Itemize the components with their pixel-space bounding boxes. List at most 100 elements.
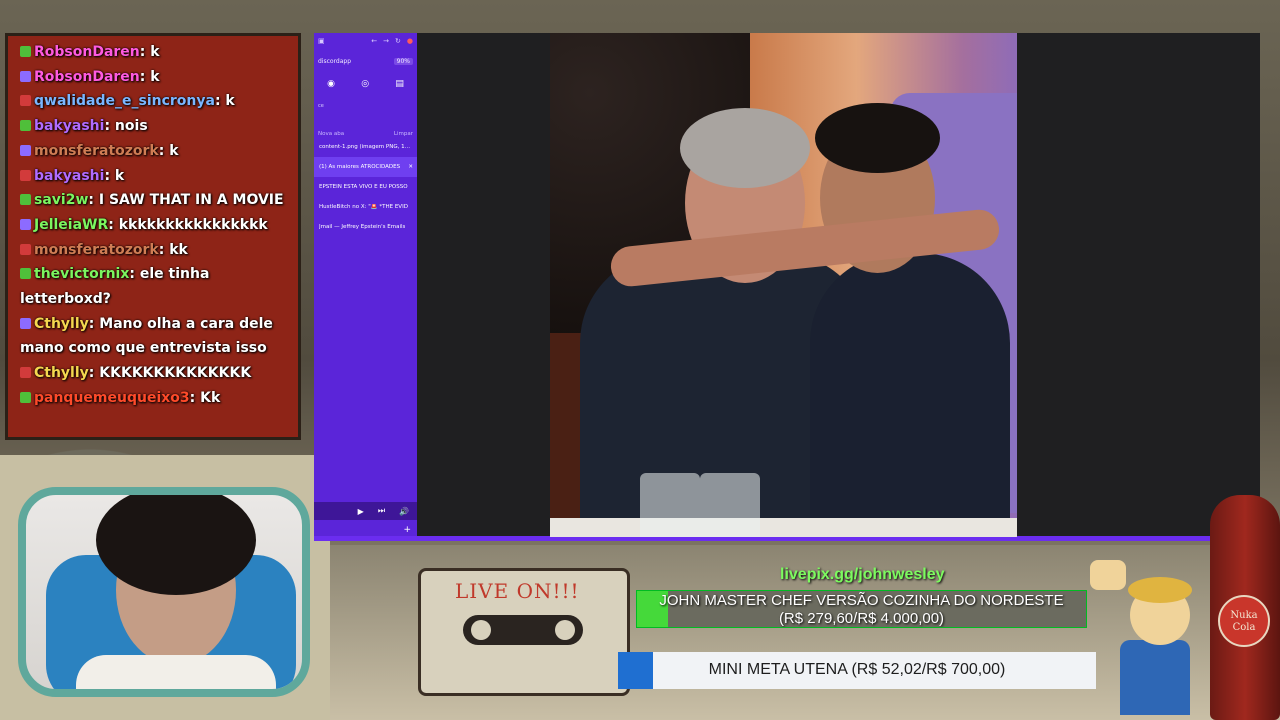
chat-username[interactable]: JelleiaWR [34, 217, 108, 233]
chat-message: bakyashi: nois [20, 114, 288, 139]
chat-message: panquemeuqueixo3: Kk [20, 386, 288, 411]
vault-boy-mascot [1090, 555, 1200, 715]
browser-sidebar: ▣ ← → ↻ ● discordapp 90% ◉ ◎ ▤ ce Nova a… [314, 33, 417, 541]
browser-tab[interactable]: Jmail — Jeffrey Epstein's Emails [314, 217, 417, 237]
viewed-image [550, 33, 1017, 537]
photo-person-right [790, 83, 1017, 537]
chat-badge-icon [20, 194, 31, 206]
chat-message: RobsonDaren: k [20, 40, 288, 65]
person-right-hair [815, 103, 940, 173]
tape-title: LIVE ON!!! [455, 579, 580, 603]
chat-username[interactable]: bakyashi [34, 168, 104, 184]
forward-icon[interactable]: → [383, 37, 389, 45]
back-icon[interactable]: ← [371, 37, 377, 45]
close-window-icon[interactable]: ● [407, 37, 413, 45]
browser-tab[interactable]: EPSTEIN ESTÁ VIVO E EU POSSO [314, 177, 417, 197]
chat-text: kk [164, 241, 188, 258]
github-icon[interactable]: ◎ [361, 79, 369, 89]
photo-person-left [580, 83, 870, 537]
chat-username[interactable]: bakyashi [34, 118, 104, 134]
webcam-feed [18, 487, 310, 697]
chat-badge-icon [20, 46, 31, 57]
chat-message: qwalidade_e_sincronya: k [20, 89, 288, 114]
chat-badge-icon [20, 218, 31, 230]
sidebar-toggle-icon[interactable]: ▣ [318, 37, 325, 45]
mini-goal-text: MINI META UTENA (R$ 52,02/R$ 700,00) [708, 661, 1006, 678]
chat-message: thevictornix: ele tinha letterboxd? [20, 262, 288, 311]
tab-title: content-1.png (imagem PNG, 10... [319, 144, 413, 150]
chat-badge-icon [20, 120, 31, 132]
chat-message: Cthylly: KKKKKKKKKKKKKK [20, 361, 288, 386]
chat-text: k [145, 68, 160, 85]
tab-title: Jmail — Jeffrey Epstein's Emails [319, 224, 406, 230]
chat-badge-icon [20, 367, 31, 379]
discord-icon[interactable]: ◉ [327, 79, 335, 89]
chat-username[interactable]: savi2w [34, 192, 88, 208]
chat-badge-icon [20, 169, 31, 181]
notion-icon[interactable]: ▤ [395, 79, 404, 89]
mascot-body [1120, 640, 1190, 715]
chat-badge-icon [20, 243, 31, 255]
url-bar[interactable]: discordapp 90% [318, 55, 413, 67]
browser-tab[interactable]: content-1.png (imagem PNG, 10... [314, 137, 417, 157]
mini-goal-bar: MINI META UTENA (R$ 52,02/R$ 700,00) [618, 652, 1096, 689]
photo-table [550, 518, 1017, 537]
donation-goal-bar: JOHN MASTER CHEF VERSÃO COZINHA DO NORDE… [636, 590, 1087, 628]
chat-text: kkkkkkkkkkkkkkkk [113, 216, 268, 233]
browser-tab[interactable]: HustleBitch no X: "🚨 *THE EVID [314, 197, 417, 217]
chat-text: Kk [195, 389, 221, 406]
chat-text: k [110, 167, 125, 184]
chat-message: savi2w: I SAW THAT IN A MOVIE [20, 188, 288, 213]
zoom-level[interactable]: 90% [393, 57, 413, 65]
chat-message: Cthylly: Mano olha a cara dele mano como… [20, 312, 288, 361]
chat-badge-icon [20, 317, 31, 329]
chat-username[interactable]: Cthylly [34, 365, 89, 381]
sidebar-label: ce [318, 103, 324, 109]
next-icon[interactable]: ⏭ [378, 506, 385, 516]
chat-username[interactable]: thevictornix [34, 266, 129, 282]
chat-message: monsferatozork: k [20, 139, 288, 164]
volume-icon[interactable]: 🔊 [399, 507, 409, 516]
mascot-hair [1128, 577, 1192, 603]
new-tab-label[interactable]: Nova aba [318, 131, 344, 137]
media-controls: ▶ ⏭ 🔊 [314, 502, 417, 520]
browser-tab[interactable]: (1) As maiores ATROCIDADES ✕ [314, 157, 417, 177]
tab-title: HustleBitch no X: "🚨 *THE EVID [319, 204, 408, 210]
chat-text: k [145, 44, 160, 60]
chat-username[interactable]: RobsonDaren [34, 44, 140, 60]
chat-username[interactable]: RobsonDaren [34, 69, 140, 85]
chat-text: k [220, 93, 235, 110]
goal-label: JOHN MASTER CHEF VERSÃO COZINHA DO NORDE… [659, 592, 1064, 609]
clear-tabs-button[interactable]: Limpar [394, 131, 413, 137]
chat-username[interactable]: qwalidade_e_sincronya [34, 93, 215, 109]
pinned-sites: ◉ ◎ ▤ [314, 79, 417, 89]
add-tab-button[interactable]: + [403, 525, 411, 535]
tab-title: EPSTEIN ESTÁ VIVO E EU POSSO [319, 184, 408, 190]
reload-icon[interactable]: ↻ [395, 37, 401, 45]
play-icon[interactable]: ▶ [358, 507, 364, 516]
chat-text: nois [110, 118, 148, 135]
photo-glass [640, 473, 700, 537]
thumbs-up-icon [1090, 560, 1126, 590]
chat-text: I SAW THAT IN A MOVIE [94, 192, 284, 209]
streamer-shirt [76, 655, 276, 689]
chat-message: JelleiaWR: kkkkkkkkkkkkkkkk [20, 213, 288, 238]
chat-username[interactable]: monsferatozork [34, 242, 159, 258]
donation-goal-text: JOHN MASTER CHEF VERSÃO COZINHA DO NORDE… [637, 592, 1086, 627]
photo-glass [700, 473, 760, 537]
chat-text: k [164, 142, 179, 159]
goal-amount: (R$ 279,60/R$ 4.000,00) [778, 610, 945, 627]
chat-text: KKKKKKKKKKKKKK [94, 365, 252, 382]
donation-link: livepix.gg/johnwesley [780, 566, 945, 583]
close-tab-icon[interactable]: ✕ [408, 164, 413, 170]
bottle-label: Nuka Cola [1218, 595, 1270, 647]
cassette-tape: LIVE ON!!! [418, 568, 630, 696]
chat-badge-icon [20, 95, 31, 107]
chat-badge-icon [20, 70, 31, 82]
chat-badge-icon [20, 268, 31, 280]
tab-title: (1) As maiores ATROCIDADES [319, 164, 401, 170]
chat-username[interactable]: Cthylly [34, 316, 89, 332]
chat-username[interactable]: panquemeuqueixo3 [34, 390, 190, 406]
chat-username[interactable]: monsferatozork [34, 143, 159, 159]
chat-badge-icon [20, 391, 31, 403]
